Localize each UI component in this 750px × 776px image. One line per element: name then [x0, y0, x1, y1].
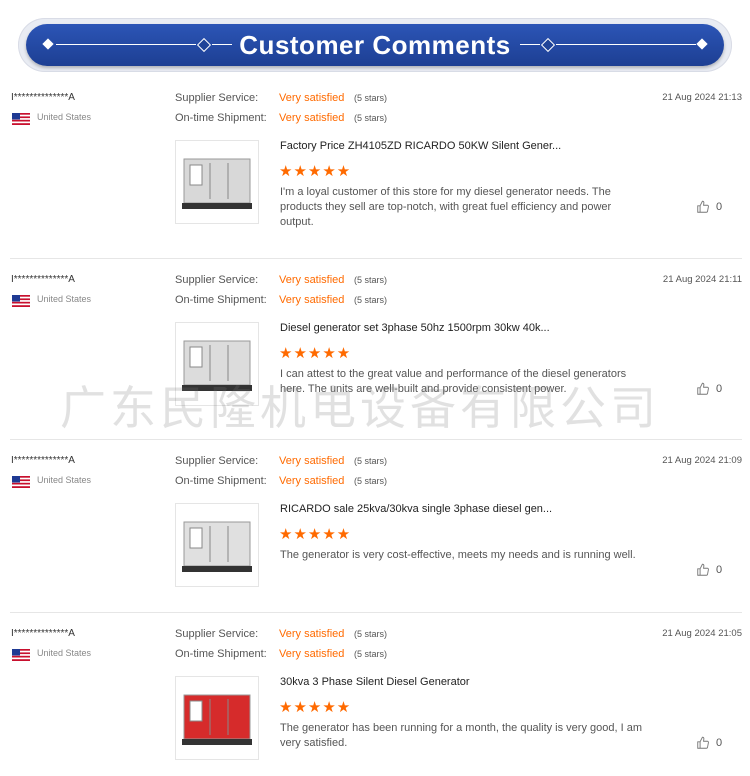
- like-button[interactable]: 0: [696, 563, 736, 579]
- divider: [520, 44, 540, 45]
- rating-stars: ★★★★★: [279, 345, 352, 362]
- shipment-value: Very satisfied: [279, 648, 345, 660]
- supplier-service-value: Very satisfied: [279, 274, 345, 286]
- shipment-value: Very satisfied: [279, 475, 345, 487]
- shipment-value: Very satisfied: [279, 112, 345, 124]
- product-image[interactable]: [175, 676, 259, 760]
- product-image[interactable]: [175, 503, 259, 587]
- watermark: 广东民隆机电设备有限公司: [60, 381, 660, 435]
- divider: [556, 44, 696, 45]
- supplier-service-stars: (5 stars): [354, 275, 388, 285]
- shipment-value: Very satisfied: [279, 294, 345, 306]
- reviewer-country: United States: [37, 294, 92, 304]
- header-banner: Customer Comments: [18, 18, 732, 72]
- reviewer-name: I**************A: [11, 92, 75, 103]
- product-title[interactable]: RICARDO sale 25kva/30kva single 3phase d…: [280, 503, 552, 515]
- shipment-stars: (5 stars): [354, 476, 388, 486]
- supplier-service-label: Supplier Service:: [175, 274, 259, 286]
- us-flag-icon: [12, 648, 30, 661]
- supplier-service-label: Supplier Service:: [175, 455, 259, 467]
- page-title: Customer Comments: [239, 30, 511, 60]
- supplier-service-value: Very satisfied: [279, 92, 345, 104]
- like-count: 0: [716, 564, 723, 576]
- supplier-service-value: Very satisfied: [279, 628, 345, 640]
- rating-stars: ★★★★★: [279, 163, 352, 180]
- reviewer-country: United States: [37, 112, 92, 122]
- reviewer-name: I**************A: [11, 455, 75, 466]
- review-date: 21 Aug 2024 21:11: [662, 274, 742, 285]
- reviewer-country: United States: [37, 475, 92, 485]
- supplier-service-stars: (5 stars): [354, 629, 388, 639]
- like-count: 0: [716, 201, 723, 213]
- rating-stars: ★★★★★: [279, 526, 352, 543]
- supplier-service-label: Supplier Service:: [175, 92, 259, 104]
- reviewer-name: I**************A: [11, 274, 75, 285]
- shipment-label: On-time Shipment:: [175, 294, 267, 306]
- product-title[interactable]: Factory Price ZH4105ZD RICARDO 50KW Sile…: [280, 140, 561, 152]
- shipment-stars: (5 stars): [354, 113, 388, 123]
- review-date: 21 Aug 2024 21:05: [662, 628, 742, 639]
- like-count: 0: [716, 737, 723, 749]
- us-flag-icon: [12, 112, 30, 125]
- reviewer-country: United States: [37, 648, 92, 658]
- like-button[interactable]: 0: [696, 382, 736, 398]
- comment-text: The generator is very cost-effective, me…: [280, 549, 636, 561]
- divider: [10, 612, 742, 613]
- divider: [10, 258, 742, 259]
- review-date: 21 Aug 2024 21:13: [662, 92, 742, 103]
- product-title[interactable]: Diesel generator set 3phase 50hz 1500rpm…: [280, 322, 550, 334]
- shipment-label: On-time Shipment:: [175, 112, 267, 124]
- comment-text: The generator has been running for a mon…: [280, 722, 642, 749]
- comment-text: I'm a loyal customer of this store for m…: [280, 186, 612, 228]
- banner-bar: Customer Comments: [26, 24, 724, 66]
- like-button[interactable]: 0: [696, 200, 736, 216]
- shipment-stars: (5 stars): [354, 295, 388, 305]
- us-flag-icon: [12, 294, 30, 307]
- product-image[interactable]: [175, 140, 259, 224]
- supplier-service-stars: (5 stars): [354, 456, 388, 466]
- supplier-service-stars: (5 stars): [354, 93, 388, 103]
- like-button[interactable]: 0: [696, 736, 736, 752]
- shipment-label: On-time Shipment:: [175, 648, 267, 660]
- shipment-label: On-time Shipment:: [175, 475, 267, 487]
- review-date: 21 Aug 2024 21:09: [662, 455, 742, 466]
- reviewer-name: I**************A: [11, 628, 75, 639]
- rating-stars: ★★★★★: [279, 699, 352, 716]
- shipment-stars: (5 stars): [354, 649, 388, 659]
- supplier-service-value: Very satisfied: [279, 455, 345, 467]
- like-count: 0: [716, 383, 723, 395]
- divider: [10, 439, 742, 440]
- us-flag-icon: [12, 475, 30, 488]
- product-title[interactable]: 30kva 3 Phase Silent Diesel Generator: [280, 676, 470, 688]
- supplier-service-label: Supplier Service:: [175, 628, 259, 640]
